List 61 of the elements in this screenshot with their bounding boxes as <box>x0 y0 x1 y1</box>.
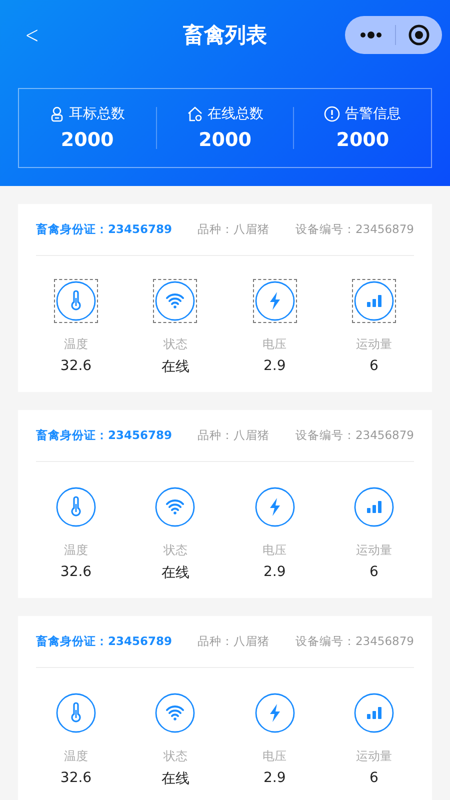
metric-label: 温度 <box>64 336 88 353</box>
metric-value: 在线 <box>161 770 190 788</box>
stat-value: 2000 <box>336 129 390 151</box>
thermometer-icon <box>56 487 96 527</box>
metric-label: 运动量 <box>356 336 392 353</box>
metric-label: 电压 <box>262 748 287 765</box>
thermometer-icon <box>56 693 96 733</box>
metric-value: 2.9 <box>264 564 286 580</box>
metric-value: 32.6 <box>60 770 92 786</box>
metric-label: 状态 <box>163 336 188 353</box>
home-icon <box>186 106 202 122</box>
metric-value: 32.6 <box>60 564 92 580</box>
device-number: 设备编号：23456879 <box>295 634 414 649</box>
wifi-icon <box>155 281 196 321</box>
thermometer-icon <box>56 281 96 321</box>
livestock-id: 畜禽身份证：23456789 <box>36 634 172 649</box>
metric-label: 运动量 <box>356 542 392 559</box>
metric-value: 6 <box>370 358 378 374</box>
metric-label: 状态 <box>163 542 188 559</box>
livestock-card[interactable]: 畜禽身份证：23456789 品种：八眉猪 设备编号：23456879 温度 32.6 状态 在线 电压 2.9 运动量 6 <box>18 410 432 598</box>
metric-value: 在线 <box>161 564 190 582</box>
metric-label: 电压 <box>262 336 287 353</box>
metric-label: 运动量 <box>356 748 392 765</box>
more-icon[interactable] <box>359 31 383 39</box>
wifi-icon <box>155 693 196 733</box>
livestock-card[interactable]: 畜禽身份证：23456789 品种：八眉猪 设备编号：23456879 温度 32.6 状态 在线 电压 2.9 运动量 6 <box>18 616 432 800</box>
signal-bars-icon <box>354 487 394 527</box>
signal-bars-icon <box>354 693 394 733</box>
livestock-card[interactable]: 畜禽身份证：23456789 品种：八眉猪 设备编号：23456879 温度 32.6 状态 在线 电压 2.9 运动量 6 <box>18 204 432 392</box>
page-title: 畜禽列表 <box>183 22 267 49</box>
stat-label: 耳标总数 <box>68 105 125 123</box>
metric-label: 温度 <box>64 748 88 765</box>
metric-value: 6 <box>370 770 378 786</box>
metric-value: 32.6 <box>60 358 92 374</box>
metric-label: 状态 <box>163 748 188 765</box>
signal-bars-icon <box>354 281 394 321</box>
device-number: 设备编号：23456879 <box>295 428 414 443</box>
metric-value: 在线 <box>161 358 190 376</box>
stat-label: 在线总数 <box>208 105 264 123</box>
breed-text: 品种：八眉猪 <box>198 222 270 237</box>
breed-text: 品种：八眉猪 <box>198 634 270 649</box>
close-icon[interactable] <box>408 24 430 46</box>
metric-value: 6 <box>370 564 378 580</box>
wifi-icon <box>155 487 196 527</box>
stat-label: 告警信息 <box>345 105 402 123</box>
metric-value: 2.9 <box>264 770 286 786</box>
stat-value: 2000 <box>60 129 114 151</box>
livestock-id: 畜禽身份证：23456789 <box>36 428 172 443</box>
lightning-icon <box>254 487 295 527</box>
stat-value: 2000 <box>198 129 252 151</box>
livestock-id: 畜禽身份证：23456789 <box>36 222 172 237</box>
alert-icon <box>324 106 340 122</box>
back-button[interactable]: < <box>22 21 42 49</box>
lightning-icon <box>254 693 295 733</box>
lightning-icon <box>254 281 295 321</box>
metric-value: 2.9 <box>264 358 286 374</box>
breed-text: 品种：八眉猪 <box>198 428 270 443</box>
person-icon <box>50 106 64 122</box>
metric-label: 温度 <box>64 542 88 559</box>
device-number: 设备编号：23456879 <box>295 222 414 237</box>
metric-label: 电压 <box>262 542 287 559</box>
